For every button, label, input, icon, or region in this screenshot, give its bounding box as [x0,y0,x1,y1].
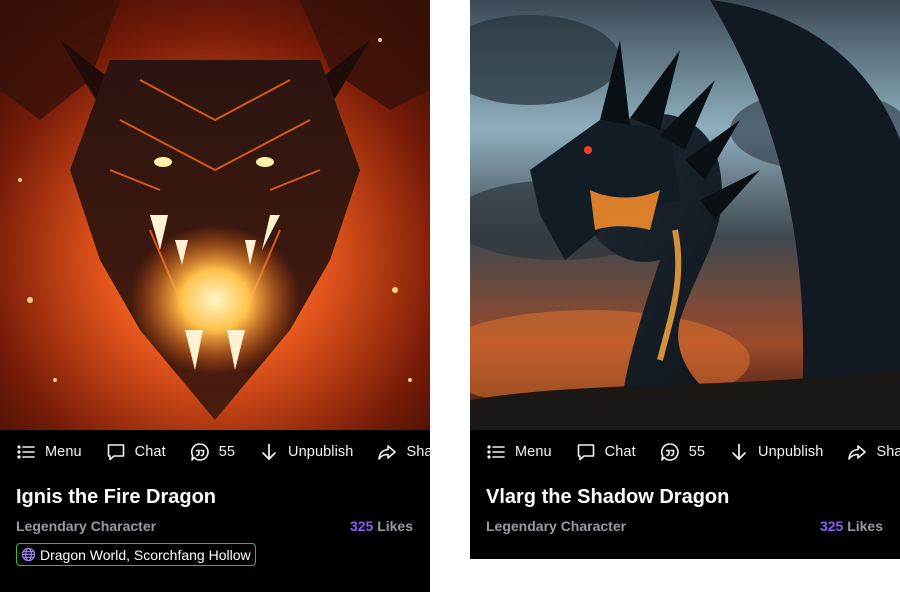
likes-count: 325 [819,518,844,534]
likes-label: Likes [377,518,413,534]
globe-icon [21,547,36,562]
character-name[interactable]: Vlarg the Shadow Dragon [486,486,729,509]
comments-button[interactable]: 55 [660,442,705,462]
chat-label: Chat [134,444,166,460]
unpublish-button[interactable]: Unpublish [729,442,823,462]
likes-counter: 325 Likes [820,518,883,534]
chat-label: Chat [604,444,636,460]
character-name[interactable]: Ignis the Fire Dragon [16,486,216,509]
list-menu-icon [487,445,505,459]
card-action-toolbar: Menu Chat 55 Unpublish Sha [0,430,430,474]
menu-button[interactable]: Menu [16,442,82,462]
share-arrow-icon [848,445,867,460]
character-image-fire-dragon[interactable] [0,0,430,430]
chat-button[interactable]: Chat [576,442,636,462]
character-type: Legendary Character [16,518,157,534]
chat-button[interactable]: Chat [106,442,166,462]
share-label: Share [406,444,430,460]
chat-bubble-icon [577,444,594,461]
arrow-down-icon [262,443,276,460]
arrow-down-icon [732,443,746,460]
comments-count: 55 [218,444,236,460]
unpublish-label: Unpublish [288,444,354,460]
share-label: Share [876,444,900,460]
card-action-toolbar: Menu Chat 55 Unpublish Sha [470,430,900,474]
tag-label: Dragon World, Scorchfang Hollow [40,546,251,563]
share-button[interactable]: Share [377,442,430,462]
unpublish-label: Unpublish [758,444,824,460]
character-card-vlarg[interactable]: Menu Chat 55 Unpublish Sha Vlarg the Sha… [470,0,900,559]
unpublish-button[interactable]: Unpublish [259,442,353,462]
chat-bubble-icon [107,444,124,461]
likes-count: 325 [349,518,374,534]
character-type: Legendary Character [486,518,627,534]
character-image-shadow-dragon[interactable] [470,0,900,430]
likes-label: Likes [847,518,883,534]
comment-quote-icon [190,443,209,461]
comments-button[interactable]: 55 [190,442,235,462]
comments-count: 55 [688,444,706,460]
character-card-ignis[interactable]: Menu Chat 55 Unpublish Sha Ignis the Fir… [0,0,430,592]
menu-button[interactable]: Menu [486,442,552,462]
share-arrow-icon [378,445,397,460]
list-menu-icon [17,445,35,459]
menu-label: Menu [515,444,552,460]
menu-label: Menu [45,444,82,460]
comment-quote-icon [660,443,679,461]
likes-counter: 325 Likes [350,518,413,534]
share-button[interactable]: Share [847,442,900,462]
world-location-tag[interactable]: Dragon World, Scorchfang Hollow [16,543,256,566]
